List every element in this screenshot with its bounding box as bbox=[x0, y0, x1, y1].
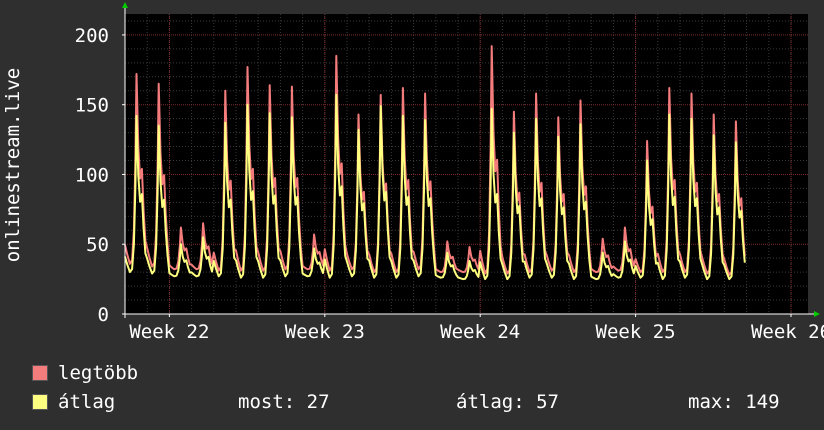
stat-average: átlag: 57 bbox=[456, 391, 559, 413]
y-axis-label: onlinestream.live bbox=[2, 68, 24, 262]
x-axis-arrow bbox=[814, 311, 820, 317]
y-tick-label: 150 bbox=[75, 95, 109, 117]
legend-swatch-avg bbox=[32, 394, 48, 410]
y-tick-label: 100 bbox=[75, 164, 109, 186]
legend-label-max: legtöbb bbox=[58, 362, 139, 384]
x-tick-label: Week 22 bbox=[129, 321, 209, 343]
x-tick-label: Week 25 bbox=[596, 321, 676, 343]
legend-swatch-max bbox=[32, 365, 48, 381]
y-tick-label: 200 bbox=[75, 25, 109, 47]
y-tick-label: 0 bbox=[98, 304, 109, 326]
stat-current: most: 27 bbox=[238, 391, 330, 413]
x-tick-label: Week 24 bbox=[440, 321, 520, 343]
legend-label-avg: átlag bbox=[58, 391, 116, 413]
y-axis-arrow bbox=[122, 2, 128, 8]
y-tick-label: 50 bbox=[86, 234, 109, 256]
stat-maximum: max: 149 bbox=[688, 391, 780, 413]
x-tick-label: Week 23 bbox=[285, 321, 365, 343]
x-tick-label: Week 26 bbox=[751, 321, 824, 343]
